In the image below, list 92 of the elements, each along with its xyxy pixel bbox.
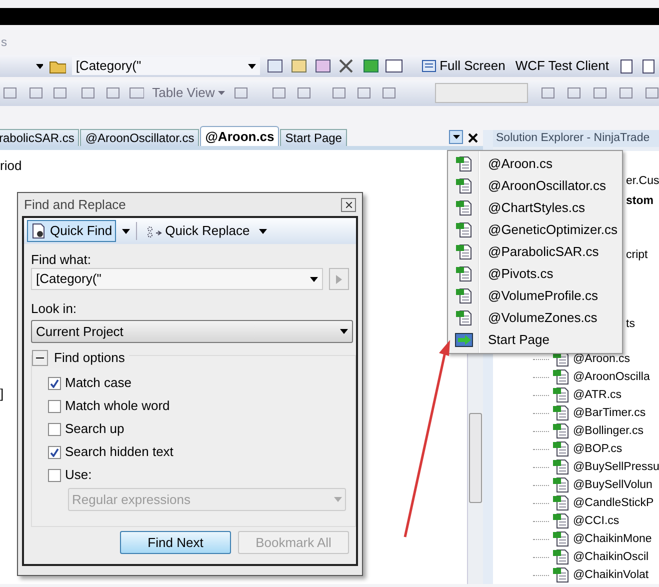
tree-item[interactable]: @ChaikinMone (573, 531, 652, 547)
tree-item[interactable]: @BOP.cs (573, 441, 622, 457)
dialog-button[interactable]: Find Next (120, 531, 231, 554)
tab[interactable]: Start Page (280, 129, 347, 146)
option-label: Use: (65, 466, 92, 484)
menu-item[interactable]: @Aroon.cs (448, 153, 622, 175)
tab[interactable]: rabolicSAR.cs (0, 129, 80, 146)
csharp-file-icon (553, 405, 569, 421)
menu-item[interactable]: @ParabolicSAR.cs (448, 241, 622, 263)
csharp-file-icon (553, 495, 569, 511)
code-text: ] (0, 384, 4, 403)
start-page-icon (455, 332, 473, 348)
tree-item[interactable]: @ChaikinOscil (573, 549, 649, 565)
tree-item[interactable]: @BuySellVolun (573, 477, 652, 493)
csharp-file-icon (456, 156, 472, 172)
csharp-file-icon (553, 531, 569, 547)
find-combo[interactable]: [Category(" (72, 57, 260, 75)
csharp-file-icon (553, 423, 569, 439)
checkbox[interactable] (48, 468, 61, 482)
menu-item[interactable]: @VolumeZones.cs (448, 307, 622, 329)
field-label: Find what: (31, 251, 91, 268)
csharp-file-icon (456, 178, 472, 194)
csharp-file-icon (553, 477, 569, 493)
caret-icon[interactable] (36, 64, 44, 68)
csharp-file-icon (456, 288, 472, 304)
csharp-file-icon (553, 513, 569, 529)
caret-icon[interactable] (340, 329, 348, 334)
tree-item[interactable]: @ATR.cs (573, 387, 622, 403)
csharp-file-icon (553, 549, 569, 565)
option-label: Search up (65, 420, 124, 438)
close-icon[interactable] (346, 202, 352, 208)
tree-item[interactable]: @BarTimer.cs (573, 405, 646, 421)
tree-item[interactable]: @AroonOscilla (573, 369, 650, 385)
tab[interactable]: @AroonOscillator.cs (80, 129, 200, 146)
option-label: Match case (65, 374, 132, 392)
dialog-title: Find and Replace (24, 196, 126, 214)
close-icon[interactable] (468, 133, 478, 143)
menu-item[interactable]: Start Page (448, 329, 622, 351)
checkbox[interactable] (48, 400, 61, 412)
find-icon (31, 223, 47, 239)
tree-item[interactable]: er.Cus (626, 173, 659, 189)
menu-item[interactable]: @ChartStyles.cs (448, 197, 622, 219)
csharp-file-icon (456, 244, 472, 260)
tree-item[interactable]: @BuySellPressu (573, 459, 659, 475)
caret-icon[interactable] (452, 135, 460, 139)
close-button[interactable] (341, 198, 356, 212)
csharp-file-icon (553, 369, 569, 385)
window-icon (422, 59, 436, 73)
tree-item[interactable]: cript (626, 247, 648, 263)
toolbar-button[interactable]: Full Screen (440, 56, 506, 76)
csharp-file-icon (456, 200, 472, 216)
group-label: Find options (54, 349, 125, 367)
csharp-file-icon (456, 222, 472, 238)
tree-item[interactable]: @Bollinger.cs (573, 423, 644, 439)
checkbox[interactable] (48, 376, 61, 390)
toolbar-button[interactable]: WCF Test Client (515, 56, 609, 76)
collapse-button[interactable] (32, 350, 48, 366)
panel-title: Solution Explorer - NinjaTrade (493, 130, 659, 148)
tree-item[interactable]: stom (626, 193, 654, 209)
tree-item[interactable]: @ChaikinVolat (573, 567, 649, 583)
field-label: Look in: (31, 300, 77, 317)
find-what-combo[interactable]: [Category(" (31, 268, 324, 290)
caret-icon[interactable] (310, 276, 318, 282)
table-view-button[interactable]: Table View (152, 83, 225, 103)
menu-item[interactable]: @AroonOscillator.cs (448, 175, 622, 197)
mode-button[interactable]: Quick Replace (143, 220, 253, 242)
scroll-thumb[interactable] (469, 413, 482, 503)
look-in-combo[interactable]: Current Project (31, 320, 353, 343)
dropdown-button[interactable] (449, 130, 463, 144)
checkbox[interactable] (48, 446, 61, 458)
toolbar-icons-drawing[interactable] (266, 58, 404, 74)
mode-button[interactable]: Quick Find (27, 220, 116, 242)
caret-icon[interactable] (258, 228, 267, 234)
tree-item[interactable]: ts (626, 316, 635, 332)
menu-item[interactable]: @VolumeProfile.cs (448, 285, 622, 307)
menu-item[interactable]: @Pivots.cs (448, 263, 622, 285)
checkbox[interactable] (48, 422, 61, 436)
caret-icon[interactable] (248, 64, 256, 68)
csharp-file-icon (553, 387, 569, 403)
csharp-file-icon (456, 310, 472, 326)
csharp-file-icon (456, 266, 472, 282)
code-text: riod (0, 157, 22, 175)
tree-item[interactable]: @Aroon.cs (573, 351, 630, 367)
menu-item[interactable]: @GeneticOptimizer.cs (448, 219, 622, 241)
tree-item[interactable]: @CCI.cs (573, 513, 620, 529)
csharp-file-icon (553, 441, 569, 457)
tab[interactable]: @Aroon.cs (200, 126, 280, 146)
option-label: Match whole word (65, 397, 170, 416)
caret-icon[interactable] (122, 228, 130, 234)
tree-item[interactable]: @CandleStickP (573, 495, 654, 511)
option-label: Search hidden text (65, 443, 174, 462)
csharp-file-icon (553, 459, 569, 475)
